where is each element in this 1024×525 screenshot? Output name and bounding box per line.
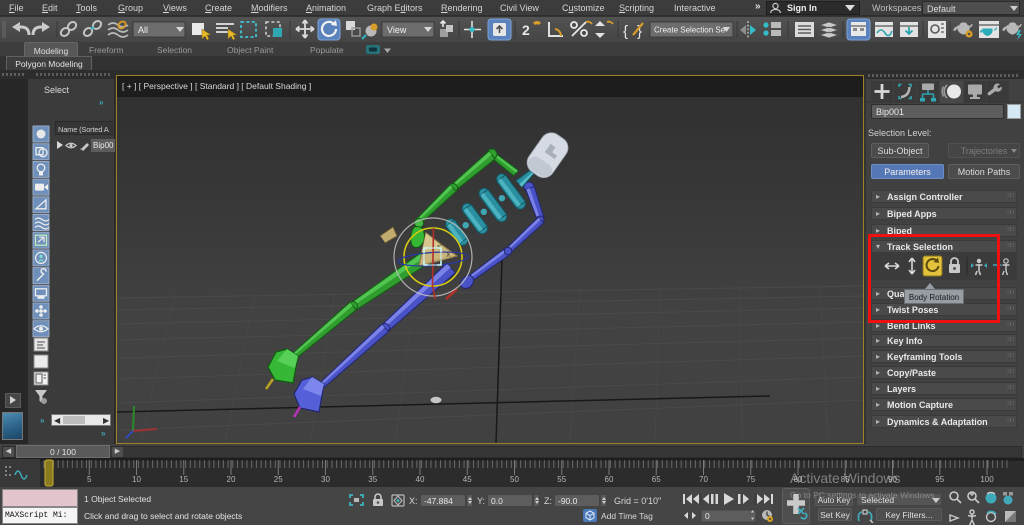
svg-text:100: 100 (980, 475, 994, 484)
svg-text:All: All (138, 25, 148, 35)
svg-text:75: 75 (746, 475, 755, 484)
svg-text:30: 30 (321, 475, 330, 484)
svg-text:35: 35 (368, 475, 377, 484)
svg-text:5: 5 (87, 475, 92, 484)
svg-text:0: 0 (705, 511, 710, 521)
svg-text:40: 40 (416, 475, 425, 484)
svg-text:X: X (446, 252, 451, 259)
svg-text:{: { (623, 23, 628, 40)
svg-text:45: 45 (463, 475, 472, 484)
svg-text:50: 50 (510, 475, 519, 484)
svg-text:65: 65 (652, 475, 661, 484)
svg-text:Create Selection Se: Create Selection Se (654, 26, 726, 35)
svg-text:10: 10 (132, 475, 141, 484)
svg-text:55: 55 (557, 475, 566, 484)
svg-text:95: 95 (935, 475, 944, 484)
svg-text:60: 60 (605, 475, 614, 484)
svg-text:15: 15 (179, 475, 188, 484)
svg-text:View: View (387, 25, 407, 35)
svg-text:20: 20 (227, 475, 236, 484)
svg-text:25: 25 (274, 475, 283, 484)
svg-text:70: 70 (699, 475, 708, 484)
svg-text:2: 2 (522, 22, 530, 38)
